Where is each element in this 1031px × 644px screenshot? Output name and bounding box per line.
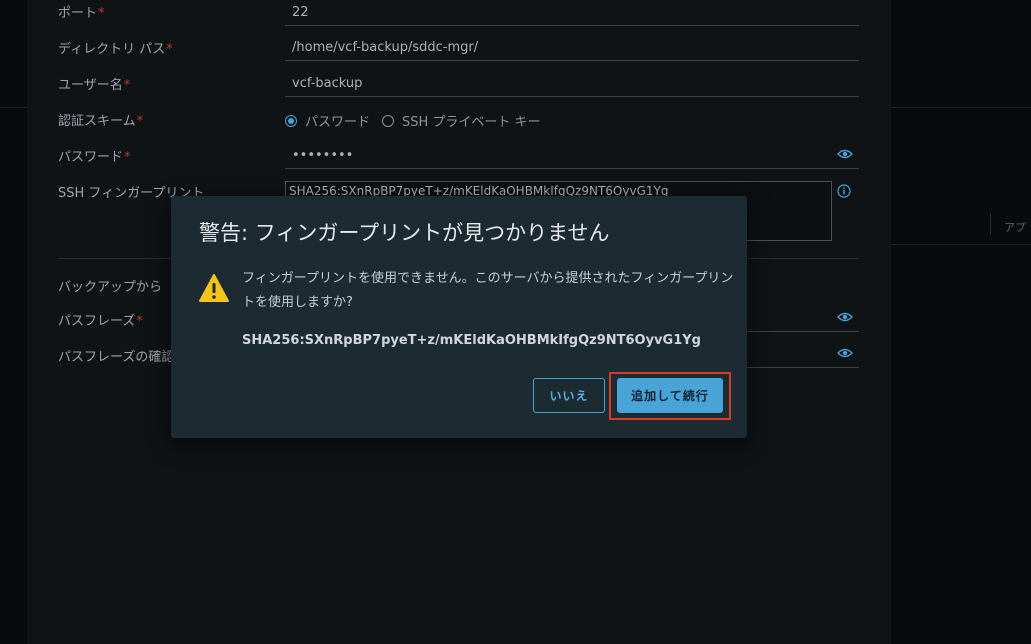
cancel-button[interactable]: いいえ (533, 378, 605, 413)
ssh-key-radio[interactable] (382, 114, 395, 127)
ssh-key-radio-label: SSH プライベート キー (402, 115, 541, 130)
directory-path-field[interactable]: /home/vcf-backup/sddc-mgr/ (285, 35, 859, 61)
password-field[interactable]: •••••••• (285, 143, 859, 169)
info-icon[interactable] (837, 184, 851, 198)
username-field[interactable]: vcf-backup (285, 71, 859, 97)
port-field[interactable]: 22 (285, 0, 859, 26)
background-divider (891, 107, 1031, 108)
side-label: アプ (1004, 221, 1026, 234)
password-label: パスワード* (58, 150, 131, 165)
add-and-continue-button[interactable]: 追加して続行 (617, 378, 723, 413)
eye-icon[interactable] (837, 311, 853, 323)
auth-scheme-radio-group: パスワード SSH プライベート キー (285, 111, 541, 130)
passphrase-label: パスフレーズ* (58, 314, 143, 329)
dialog-fingerprint: SHA256:SXnRpBP7pyeT+z/mKEldKaOHBMkIfgQz9… (242, 333, 701, 348)
eye-icon[interactable] (837, 148, 853, 160)
dialog-message: フィンガープリントを使用できません。このサーバから提供されたフィンガープリントを… (242, 271, 734, 310)
eye-icon[interactable] (837, 347, 853, 359)
auth-scheme-label: 認証スキーム* (58, 114, 144, 129)
background-divider (0, 107, 27, 108)
port-label: ポート* (58, 6, 105, 21)
dialog-title: 警告: フィンガープリントが見つかりません (199, 221, 610, 245)
username-label: ユーザー名* (58, 78, 131, 93)
backup-section-label: バックアップから (58, 280, 163, 295)
directory-path-label: ディレクトリ パス* (58, 42, 173, 57)
side-divider (990, 214, 991, 234)
fingerprint-warning-dialog: 警告: フィンガープリントが見つかりません フィンガープリントを使用できません。… (171, 196, 747, 438)
passphrase-confirm-label: パスフレーズの確認 (58, 350, 175, 365)
background-divider (891, 244, 1031, 245)
password-radio-label: パスワード (305, 115, 371, 130)
warning-triangle-icon (199, 274, 229, 302)
password-radio[interactable] (285, 114, 297, 127)
